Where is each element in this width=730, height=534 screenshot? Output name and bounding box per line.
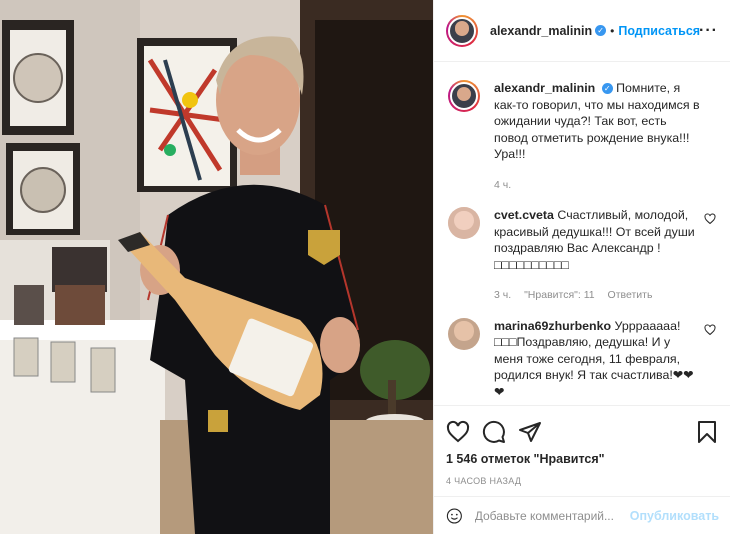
comment-bubble-icon[interactable] [482,420,506,444]
comment-time[interactable]: 3 ч. [494,289,511,301]
comment-username[interactable]: marina69zhurbenko [494,319,611,333]
caption: alexandr_malinin ✓ Помните, я как-то гов… [448,80,716,193]
commenter-avatar[interactable] [448,317,480,350]
comment-username[interactable]: cvet.cveta [494,208,554,222]
more-options-icon[interactable]: ··· [699,22,718,40]
bookmark-icon[interactable] [695,420,719,444]
publish-button[interactable]: Опубликовать [630,509,719,523]
verified-badge-icon: ✓ [601,83,613,95]
comment-item: cvet.cveta Счастливый, молодой, красивый… [448,207,716,304]
follow-button[interactable]: Подписаться [618,24,700,38]
commenter-avatar[interactable] [448,207,480,239]
like-comment-heart-icon[interactable] [704,213,716,225]
post-header: alexandr_malinin ✓ • Подписаться ··· [434,0,730,62]
like-comment-heart-icon[interactable] [704,323,716,336]
like-heart-icon[interactable] [446,420,470,444]
caption-time[interactable]: 4 ч. [494,179,511,191]
action-icons [434,406,730,450]
likes-count[interactable]: 1 546 отметок "Нравится" [434,452,730,466]
verified-badge-icon: ✓ [595,25,607,36]
comment-item: marina69zhurbenko Урррааааа! □□□Поздравл… [448,317,716,401]
author-username[interactable]: alexandr_malinin [490,24,592,38]
comments-list: alexandr_malinin ✓ Помните, я как-то гов… [434,62,730,406]
separator-dot: • [610,23,615,38]
comment-input[interactable] [474,508,630,523]
post-sidebar: alexandr_malinin ✓ • Подписаться ··· ale… [433,0,730,534]
add-comment-bar: Опубликовать [434,496,730,534]
reply-button[interactable]: Ответить [608,289,653,301]
author-avatar[interactable] [446,14,478,47]
emoji-smile-icon[interactable] [446,505,463,527]
post-photo[interactable] [0,0,433,534]
instagram-post: alexandr_malinin ✓ • Подписаться ··· ale… [0,0,730,534]
photo-scene [0,0,433,534]
post-timestamp[interactable]: 4 часов назад [434,476,730,486]
share-paper-plane-icon[interactable] [518,420,542,444]
caption-avatar[interactable] [448,80,480,112]
caption-username[interactable]: alexandr_malinin [494,81,595,95]
comment-likes[interactable]: "Нравится": 11 [524,289,595,301]
